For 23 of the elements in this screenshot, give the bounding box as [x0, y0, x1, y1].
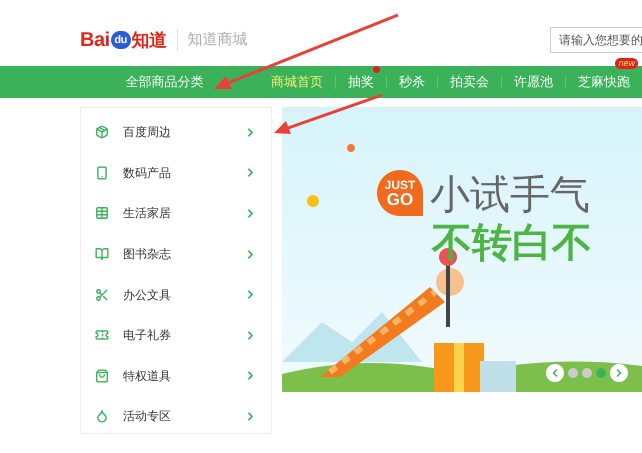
ticket-icon: [95, 328, 109, 342]
category-item[interactable]: 生活家居: [81, 193, 271, 234]
phone-icon: [95, 166, 109, 180]
category-item[interactable]: 图书杂志: [81, 234, 271, 274]
search-field[interactable]: 请输入您想要的: [550, 27, 642, 53]
category-item[interactable]: 电子礼券: [81, 314, 271, 356]
book-icon: [95, 247, 109, 262]
headline: 小试手气: [430, 175, 590, 215]
category-item[interactable]: 数码产品: [81, 152, 271, 194]
category-item[interactable]: 特权道具: [81, 356, 271, 396]
just-go-badge: JUST GO: [377, 170, 423, 216]
category-item[interactable]: 办公文具: [81, 274, 271, 315]
subheadline: 不转白不: [432, 223, 592, 263]
package-icon: [95, 125, 109, 140]
new-badge: new: [615, 58, 638, 69]
bag-icon: [95, 368, 109, 383]
table-icon: [95, 206, 109, 220]
category-item[interactable]: 活动专区: [81, 396, 271, 437]
category-item[interactable]: 百度周边: [81, 112, 271, 153]
drop-icon: [95, 409, 109, 424]
scissors-icon: [95, 288, 109, 302]
logo[interactable]: Bai du 知道: [80, 25, 167, 55]
site-name: 知道商城: [188, 30, 248, 50]
